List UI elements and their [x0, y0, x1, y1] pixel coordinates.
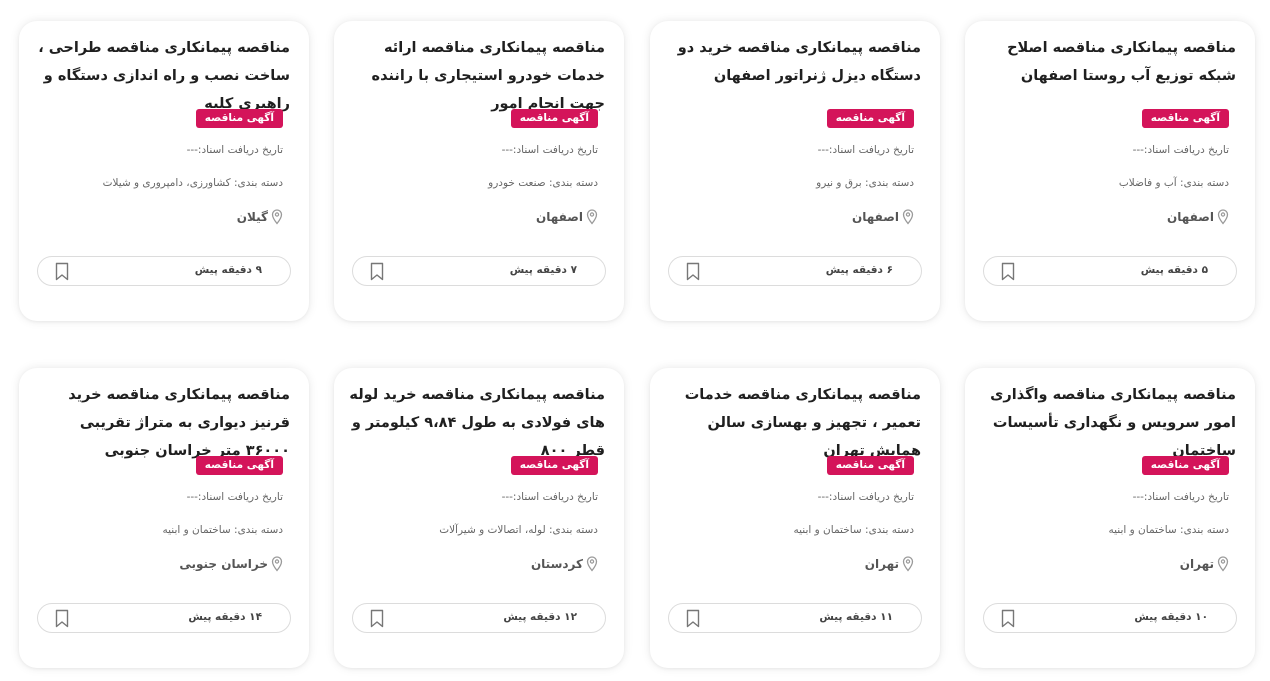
tender-title[interactable]: مناقصه پیمانکاری مناقصه واگذاری امور سرو…: [977, 381, 1236, 465]
tender-badge: آگهی مناقصه: [195, 456, 283, 475]
location: تهران: [1180, 556, 1229, 572]
map-pin-icon: [1217, 209, 1229, 225]
posted-time: ۶ دقیقه پیش: [825, 264, 893, 276]
map-pin-icon: [1217, 556, 1229, 572]
posted-time: ۹ دقیقه پیش: [194, 264, 262, 276]
tender-title[interactable]: مناقصه پیمانکاری مناقصه خدمات تعمیر ، تج…: [662, 381, 921, 465]
tender-card[interactable]: مناقصه پیمانکاری مناقصه اصلاح شبکه توزیع…: [965, 21, 1255, 321]
location: تهران: [865, 556, 914, 572]
location-name: اصفهان: [535, 210, 583, 224]
location-name: اصفهان: [1166, 210, 1214, 224]
tender-title[interactable]: مناقصه پیمانکاری مناقصه خرید دو دستگاه د…: [662, 34, 921, 90]
tender-badge: آگهی مناقصه: [510, 109, 598, 128]
card-footer: ۱۴ دقیقه پیش: [37, 603, 291, 633]
bookmark-icon[interactable]: [686, 262, 700, 281]
card-footer: ۱۲ دقیقه پیش: [352, 603, 606, 633]
tender-badge: آگهی مناقصه: [1141, 456, 1229, 475]
posted-time: ۷ دقیقه پیش: [509, 264, 577, 276]
posted-time: ۱۰ دقیقه پیش: [1134, 611, 1208, 623]
tender-title[interactable]: مناقصه پیمانکاری مناقصه خرید لوله های فو…: [346, 381, 605, 465]
document-receive-date: تاریخ دریافت اسناد:---: [817, 144, 914, 156]
tender-badge: آگهی مناقصه: [826, 456, 914, 475]
location: اصفهان: [852, 209, 914, 225]
card-footer: ۵ دقیقه پیش: [983, 256, 1237, 286]
map-pin-icon: [271, 556, 283, 572]
card-footer: ۹ دقیقه پیش: [37, 256, 291, 286]
tender-card-grid: مناقصه پیمانکاری مناقصه اصلاح شبکه توزیع…: [0, 0, 1270, 681]
bookmark-icon[interactable]: [686, 609, 700, 628]
location-name: تهران: [864, 557, 899, 571]
bookmark-icon[interactable]: [55, 609, 69, 628]
location-name: اصفهان: [851, 210, 899, 224]
card-footer: ۷ دقیقه پیش: [352, 256, 606, 286]
location: گیلان: [237, 209, 283, 225]
bookmark-icon[interactable]: [1001, 262, 1015, 281]
category-label: دسته بندی: لوله، اتصالات و شیرآلات: [439, 524, 598, 536]
tender-card[interactable]: مناقصه پیمانکاری مناقصه طراحی ، ساخت نصب…: [19, 21, 309, 321]
document-receive-date: تاریخ دریافت اسناد:---: [1132, 491, 1229, 503]
category-label: دسته بندی: کشاورزی، دامپروری و شیلات: [102, 177, 283, 189]
card-footer: ۶ دقیقه پیش: [668, 256, 922, 286]
map-pin-icon: [902, 556, 914, 572]
category-label: دسته بندی: آب و فاضلاب: [1118, 177, 1229, 189]
tender-title[interactable]: مناقصه پیمانکاری مناقصه اصلاح شبکه توزیع…: [977, 34, 1236, 90]
location: اصفهان: [1167, 209, 1229, 225]
tender-card[interactable]: مناقصه پیمانکاری مناقصه خدمات تعمیر ، تج…: [650, 368, 940, 668]
document-receive-date: تاریخ دریافت اسناد:---: [186, 491, 283, 503]
bookmark-icon[interactable]: [370, 262, 384, 281]
posted-time: ۵ دقیقه پیش: [1140, 264, 1208, 276]
location-name: تهران: [1179, 557, 1214, 571]
document-receive-date: تاریخ دریافت اسناد:---: [186, 144, 283, 156]
category-label: دسته بندی: صنعت خودرو: [488, 177, 598, 189]
document-receive-date: تاریخ دریافت اسناد:---: [501, 491, 598, 503]
document-receive-date: تاریخ دریافت اسناد:---: [817, 491, 914, 503]
tender-card[interactable]: مناقصه پیمانکاری مناقصه خرید دو دستگاه د…: [650, 21, 940, 321]
card-footer: ۱۰ دقیقه پیش: [983, 603, 1237, 633]
category-label: دسته بندی: ساختمان و ابنیه: [1108, 524, 1230, 536]
card-footer: ۱۱ دقیقه پیش: [668, 603, 922, 633]
tender-title[interactable]: مناقصه پیمانکاری مناقصه خرید قرنیز دیوار…: [31, 381, 290, 465]
category-label: دسته بندی: برق و نیرو: [816, 177, 914, 189]
location: خراسان جنوبی: [179, 556, 283, 572]
bookmark-icon[interactable]: [55, 262, 69, 281]
map-pin-icon: [902, 209, 914, 225]
location-name: کردستان: [530, 557, 583, 571]
tender-badge: آگهی مناقصه: [195, 109, 283, 128]
tender-card[interactable]: مناقصه پیمانکاری مناقصه خرید لوله های فو…: [334, 368, 624, 668]
tender-badge: آگهی مناقصه: [1141, 109, 1229, 128]
tender-title[interactable]: مناقصه پیمانکاری مناقصه ارائه خدمات خودر…: [346, 34, 605, 118]
bookmark-icon[interactable]: [1001, 609, 1015, 628]
category-label: دسته بندی: ساختمان و ابنیه: [793, 524, 915, 536]
category-label: دسته بندی: ساختمان و ابنیه: [162, 524, 284, 536]
tender-badge: آگهی مناقصه: [510, 456, 598, 475]
tender-card[interactable]: مناقصه پیمانکاری مناقصه واگذاری امور سرو…: [965, 368, 1255, 668]
location: کردستان: [531, 556, 598, 572]
map-pin-icon: [586, 209, 598, 225]
document-receive-date: تاریخ دریافت اسناد:---: [501, 144, 598, 156]
tender-card[interactable]: مناقصه پیمانکاری مناقصه ارائه خدمات خودر…: [334, 21, 624, 321]
posted-time: ۱۱ دقیقه پیش: [819, 611, 893, 623]
map-pin-icon: [271, 209, 283, 225]
posted-time: ۱۴ دقیقه پیش: [188, 611, 262, 623]
tender-title[interactable]: مناقصه پیمانکاری مناقصه طراحی ، ساخت نصب…: [31, 34, 290, 118]
location-name: خراسان جنوبی: [179, 557, 268, 571]
bookmark-icon[interactable]: [370, 609, 384, 628]
tender-badge: آگهی مناقصه: [826, 109, 914, 128]
tender-card[interactable]: مناقصه پیمانکاری مناقصه خرید قرنیز دیوار…: [19, 368, 309, 668]
document-receive-date: تاریخ دریافت اسناد:---: [1132, 144, 1229, 156]
location-name: گیلان: [236, 210, 268, 224]
posted-time: ۱۲ دقیقه پیش: [503, 611, 577, 623]
map-pin-icon: [586, 556, 598, 572]
location: اصفهان: [536, 209, 598, 225]
